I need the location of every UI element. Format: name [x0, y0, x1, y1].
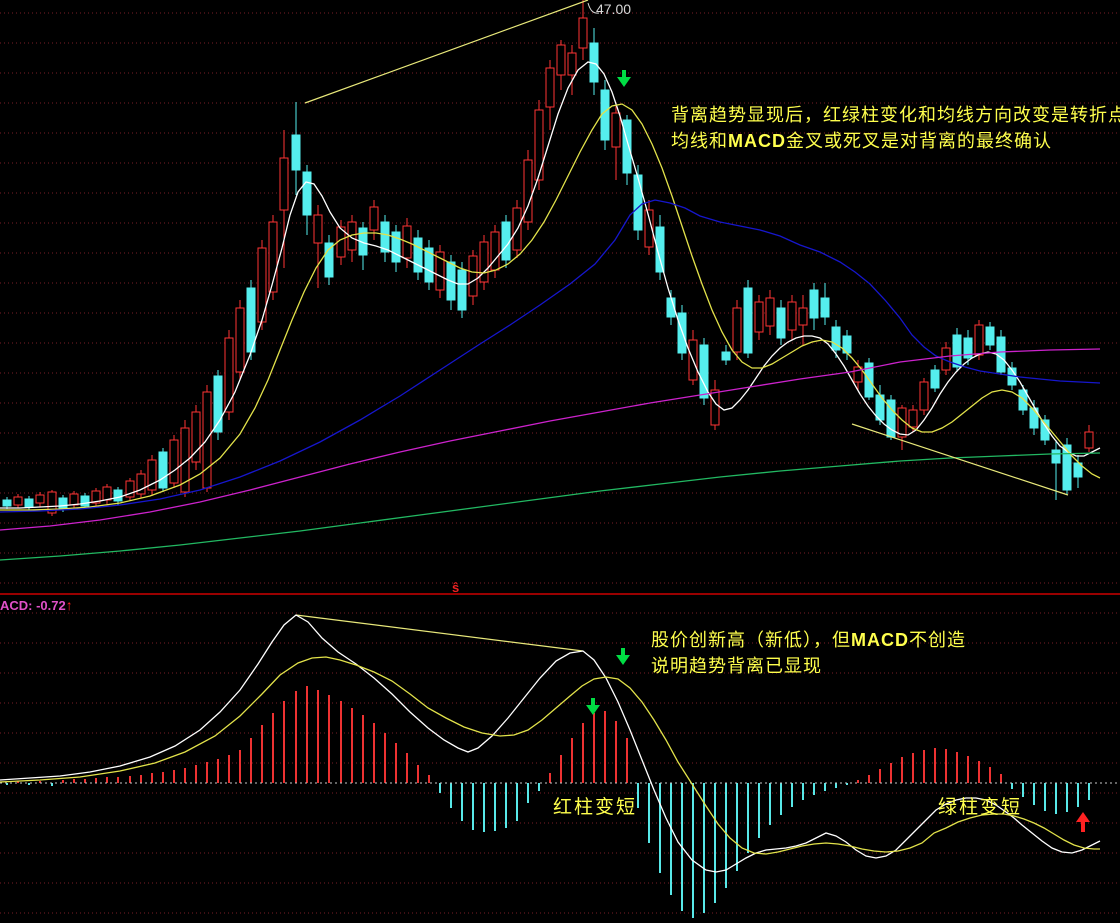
stock-chart-screen: 47.00 背离趋势显现后，红绿柱变化和均线方向改变是转折点 均线和MACD金叉… [0, 0, 1120, 923]
peak-price-label: 47.00 [596, 1, 631, 17]
macd-up-arrow-icon: ↑ [66, 597, 73, 613]
macd-note-line1: 股价创新高（新低），但MACD不创造 [651, 627, 966, 653]
down-arrow-marker [616, 648, 630, 665]
green-bars-shorter-label: 绿柱变短 [938, 792, 1022, 819]
trendline [296, 615, 583, 651]
signal-arrows [586, 70, 1090, 832]
red-bars-shorter-label: 红柱变短 [553, 792, 637, 819]
macd-value-readout: ACD: -0.72↑ [0, 597, 73, 613]
ma-yellow-mid [0, 104, 1100, 510]
panel-splitter-handle[interactable]: ŝ [452, 580, 459, 595]
trendline [852, 424, 1068, 495]
down-arrow-marker [586, 698, 600, 715]
divergence-note-macd: 股价创新高（新低），但MACD不创造 说明趋势背离已显现 [651, 627, 966, 679]
macd-note-line2: 说明趋势背离已显现 [651, 653, 966, 679]
divergence-note-top: 背离趋势显现后，红绿柱变化和均线方向改变是转折点 均线和MACD金叉或死叉是对背… [671, 102, 1120, 154]
candlestick-series [3, 0, 1093, 516]
up-arrow-marker [1076, 812, 1090, 832]
divergence-note-line2: 均线和MACD金叉或死叉是对背离的最终确认 [671, 128, 1120, 154]
macd-value-text: ACD: -0.72 [0, 598, 66, 613]
divergence-note-line1: 背离趋势显现后，红绿柱变化和均线方向改变是转折点 [671, 102, 1120, 128]
